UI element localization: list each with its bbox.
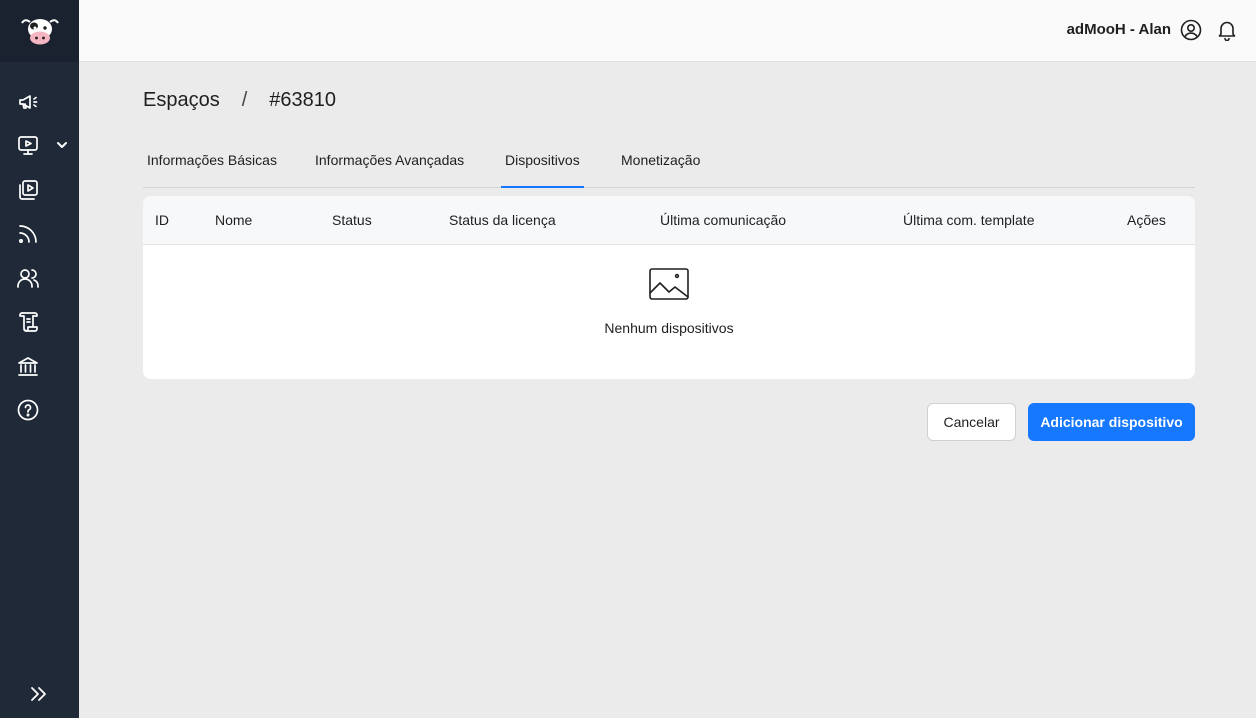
user-account-icon[interactable] xyxy=(1180,19,1202,41)
media-library-icon[interactable] xyxy=(14,176,42,204)
bell-icon[interactable] xyxy=(1216,19,1238,42)
expand-sidebar-icon[interactable] xyxy=(27,682,51,706)
tab-dispositivos[interactable]: Dispositivos xyxy=(501,141,584,188)
empty-image-icon xyxy=(647,266,691,302)
cancel-button[interactable]: Cancelar xyxy=(927,403,1016,441)
scroll-icon[interactable] xyxy=(14,308,42,336)
breadcrumb-current: #63810 xyxy=(269,89,337,111)
column-header-status-licenca[interactable]: Status da licença xyxy=(449,212,556,228)
tab-informacoes-basicas[interactable]: Informações Básicas xyxy=(143,141,281,188)
column-header-ultima-com-template[interactable]: Última com. template xyxy=(903,212,1034,228)
column-header-status[interactable]: Status xyxy=(332,212,372,228)
table-header: ID Nome Status Status da licença Última … xyxy=(143,196,1195,245)
rss-feed-icon[interactable] xyxy=(14,220,42,248)
help-icon[interactable] xyxy=(14,396,42,424)
column-header-nome[interactable]: Nome xyxy=(215,212,252,228)
column-header-acoes: Ações xyxy=(1127,212,1166,228)
tab-informacoes-avancadas[interactable]: Informações Avançadas xyxy=(311,141,468,188)
top-bar: adMooH - Alan xyxy=(79,0,1256,62)
cow-logo-icon xyxy=(20,19,59,45)
screen-play-icon[interactable] xyxy=(14,131,42,159)
column-header-ultima-comunicacao[interactable]: Última comunicação xyxy=(660,212,786,228)
users-icon[interactable] xyxy=(14,264,42,292)
breadcrumb-separator: / xyxy=(241,89,248,111)
empty-state xyxy=(143,266,1195,307)
megaphone-icon[interactable] xyxy=(14,88,42,116)
user-name: adMooH - Alan xyxy=(1066,21,1171,38)
sidebar xyxy=(0,0,79,718)
column-header-id[interactable]: ID xyxy=(155,212,169,228)
add-device-button[interactable]: Adicionar dispositivo xyxy=(1028,403,1195,441)
tab-monetizacao[interactable]: Monetização xyxy=(617,141,704,188)
cow-logo[interactable] xyxy=(0,0,79,62)
chevron-down-icon[interactable] xyxy=(54,137,70,153)
empty-state-text: Nenhum dispositivos xyxy=(604,320,734,336)
breadcrumb-parent[interactable]: Espaços xyxy=(143,89,220,112)
bank-icon[interactable] xyxy=(14,352,42,380)
tabs: Informações Básicas Informações Avançada… xyxy=(143,141,1195,188)
breadcrumb: Espaços / #63810 xyxy=(143,89,336,112)
devices-table: ID Nome Status Status da licença Última … xyxy=(143,196,1195,379)
